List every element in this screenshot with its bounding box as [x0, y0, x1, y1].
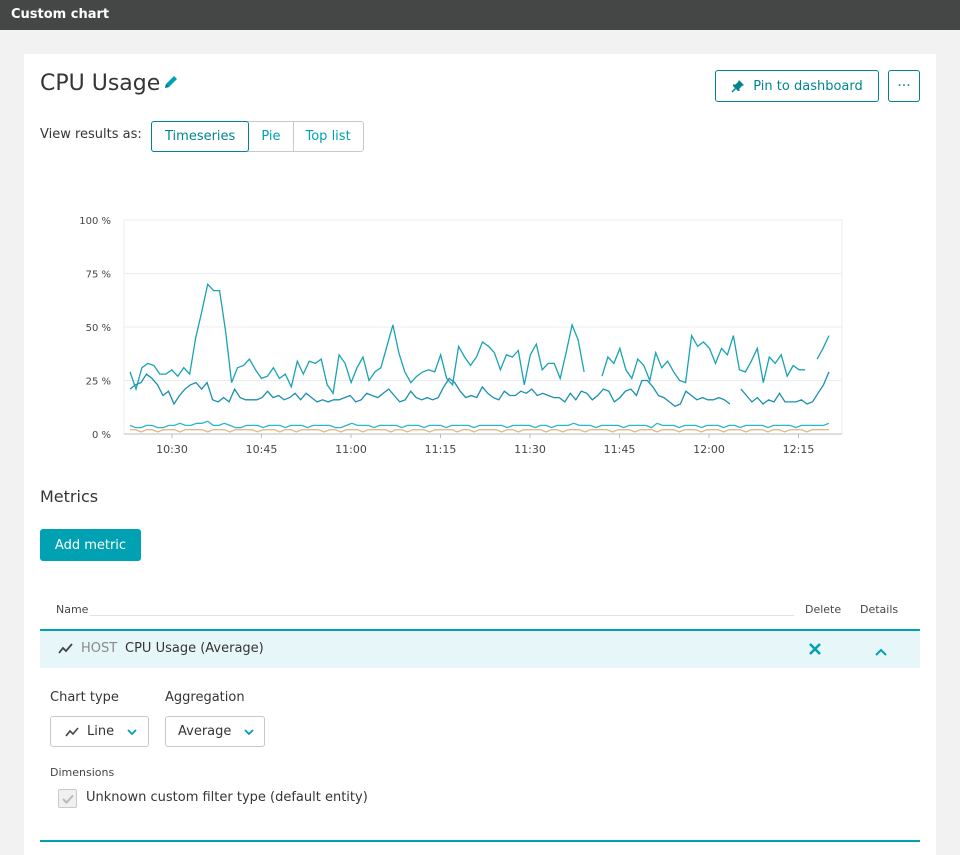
header-divider	[90, 615, 794, 616]
view-option-pie[interactable]: Pie	[249, 122, 294, 151]
y-tick-label: 50 %	[86, 323, 111, 334]
line-chart-icon	[65, 726, 79, 736]
more-icon: ···	[897, 78, 911, 94]
y-tick-label: 100 %	[79, 216, 111, 227]
view-toggle: Timeseries Pie Top list	[151, 121, 364, 152]
chart-editor-card: CPU Usage Pin to dashboard ··· View resu…	[24, 54, 936, 855]
entity-type: HOST	[81, 641, 118, 656]
x-tick-label: 11:45	[604, 443, 636, 456]
dimension-checkbox[interactable]	[58, 789, 77, 808]
dimensions-label: Dimensions	[50, 766, 115, 779]
series-line	[129, 282, 830, 396]
x-tick-label: 10:30	[156, 443, 188, 456]
page-title: CPU Usage	[40, 71, 180, 97]
chart-type-label: Chart type	[50, 690, 119, 705]
pin-icon	[731, 80, 745, 93]
window-title-bar: Custom chart	[0, 0, 960, 30]
timeseries-chart: 0 % 25 % 50 % 75 % 100 % 10:30 10:45 11:00 11:15…	[79, 216, 843, 456]
aggregation-dropdown[interactable]: Average	[165, 716, 265, 747]
series-line	[130, 429, 829, 433]
series-line	[129, 420, 830, 429]
metric-name: CPU Usage (Average)	[125, 641, 264, 656]
window-title: Custom chart	[11, 7, 110, 22]
chart-type-dropdown[interactable]: Line	[50, 716, 149, 747]
aggregation-value: Average	[178, 724, 232, 739]
chevron-down-icon	[244, 728, 255, 735]
x-tick-label: 11:30	[514, 443, 546, 456]
view-option-timeseries[interactable]: Timeseries	[151, 121, 250, 152]
x-tick-label: 12:00	[693, 443, 725, 456]
view-option-top-list[interactable]: Top list	[294, 122, 363, 151]
chart-title: CPU Usage	[40, 71, 161, 96]
x-tick-label: 12:15	[783, 443, 815, 456]
x-tick-label: 11:00	[335, 443, 367, 456]
y-tick-label: 25 %	[86, 377, 111, 388]
x-tick-label: 10:45	[246, 443, 278, 456]
line-chart-icon	[58, 641, 74, 660]
view-results-label: View results as:	[40, 127, 142, 142]
series-line	[129, 371, 830, 407]
pin-label: Pin to dashboard	[753, 78, 863, 94]
delete-icon[interactable]	[808, 641, 822, 660]
y-tick-label: 0 %	[92, 430, 111, 441]
column-header-details: Details	[860, 603, 899, 616]
aggregation-label: Aggregation	[165, 690, 245, 705]
column-header-name: Name	[56, 603, 89, 616]
x-tick-label: 11:15	[425, 443, 457, 456]
metrics-heading: Metrics	[40, 487, 99, 506]
more-options-button[interactable]: ···	[888, 70, 920, 102]
dimension-checkbox-label: Unknown custom filter type (default enti…	[86, 790, 368, 805]
add-metric-button[interactable]: Add metric	[40, 529, 141, 561]
pencil-icon[interactable]	[162, 72, 180, 97]
chart-type-value: Line	[87, 724, 115, 739]
column-header-delete: Delete	[805, 603, 842, 616]
section-divider	[40, 840, 920, 842]
y-tick-label: 75 %	[86, 270, 111, 281]
metric-row[interactable]: HOST CPU Usage (Average)	[40, 629, 920, 668]
chevron-down-icon	[127, 728, 137, 735]
chevron-up-icon[interactable]	[874, 642, 888, 661]
checkmark-icon	[61, 794, 74, 804]
pin-to-dashboard-button[interactable]: Pin to dashboard	[715, 70, 879, 102]
